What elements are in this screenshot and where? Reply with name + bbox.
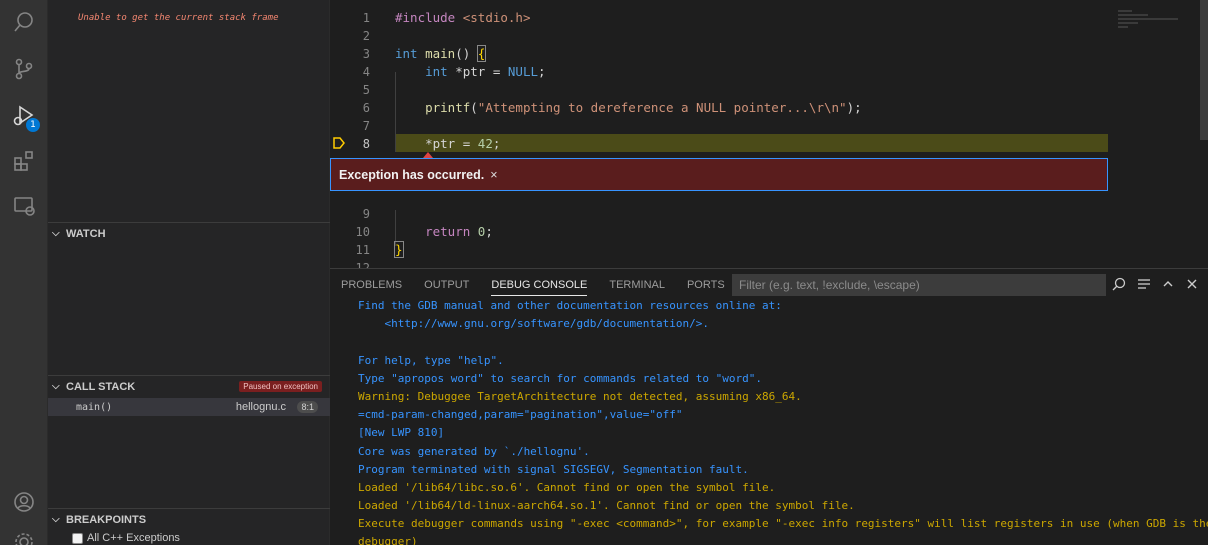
breakpoints-title: BREAKPOINTS [66,513,147,526]
debug-badge: 1 [26,118,40,132]
maximize-panel-icon[interactable] [1160,277,1176,293]
chevron-down-icon: ⌵ [52,514,60,525]
frame-function: main() [76,401,113,413]
line-number: 1 [362,11,370,25]
console-line: =cmd-param-changed,param="pagination",va… [358,408,683,422]
exception-message: Exception has occurred. [339,167,485,182]
breakpoints-section-header[interactable]: ⌵ BREAKPOINTS [48,508,330,530]
variables-message: Unable to get the current stack frame [78,13,279,23]
code-line: int main() { [395,45,487,62]
console-line: Find the GDB manual and other documentat… [358,299,782,312]
line-number: 9 [362,207,370,221]
breakpoint-checkbox[interactable] [72,532,83,544]
code-line: } [394,241,404,258]
code-line: *ptr = 42; [395,136,501,151]
line-number: 11 [355,243,370,257]
breakpoint-item[interactable]: All C++ Exceptions [72,532,180,544]
console-filter-input[interactable]: Filter (e.g. text, !exclude, \escape) [732,274,1106,296]
frame-file: hellognu.c [235,401,286,413]
clear-console-icon[interactable] [1136,277,1152,293]
current-execution-arrow-icon [333,137,345,149]
chevron-down-icon: ⌵ [52,228,60,239]
console-line: Program terminated with signal SIGSEGV, … [358,462,749,476]
paused-status-badge: Paused on exception [239,381,322,392]
search-icon[interactable] [1111,277,1127,293]
account-icon[interactable] [10,488,38,516]
console-line: debugger) [358,535,418,545]
debug-sidebar: Unable to get the current stack frame ⌵ … [48,0,330,545]
code-line: return 0; [425,224,493,239]
search-icon[interactable] [10,8,38,36]
bottom-panel: PROBLEMS OUTPUT DEBUG CONSOLE TERMINAL P… [330,268,1208,545]
console-line: For help, type "help". [358,353,504,367]
call-stack-frame[interactable]: main() hellognu.c 8:1 [48,398,330,416]
line-number: 10 [355,225,370,239]
watch-title: WATCH [66,227,106,240]
exception-widget: Exception has occurred. × [330,158,1108,191]
line-number: 7 [362,119,370,133]
console-line: [New LWP 810] [358,426,445,440]
minimap[interactable] [1118,10,1188,40]
close-icon[interactable]: × [490,168,497,182]
run-debug-icon[interactable]: 1 [10,102,40,132]
code-line: int *ptr = NULL; [425,64,546,79]
console-line: Warning: Debuggee TargetArchitecture not… [358,389,802,403]
call-stack-title: CALL STACK [66,380,136,393]
frame-position: 8:1 [297,401,318,413]
manage-gear-icon[interactable] [10,528,38,545]
line-number: 5 [362,83,370,97]
call-stack-section-header[interactable]: ⌵ CALL STACK Paused on exception [48,375,330,397]
remote-explorer-icon[interactable] [10,192,38,220]
line-number: 12 [355,261,370,268]
debug-console-output[interactable]: Find the GDB manual and other documentat… [358,297,1208,545]
close-panel-icon[interactable] [1184,277,1200,293]
source-control-icon[interactable] [10,55,38,83]
watch-section-header[interactable]: ⌵ WATCH [48,222,330,244]
extensions-icon[interactable] [10,147,38,175]
code-editor[interactable]: 1 #include <stdio.h> 2 3 int main() { 4 … [330,0,1208,268]
line-number: 2 [362,29,370,43]
console-line: Loaded '/lib64/ld-linux-aarch64.so.1'. C… [358,499,855,513]
console-line: Loaded '/lib64/libc.so.6'. Cannot find o… [358,480,776,494]
console-line: Type "apropos word" to search for comman… [358,371,762,385]
editor-scrollbar[interactable] [1200,0,1208,140]
chevron-down-icon: ⌵ [52,381,60,392]
breakpoint-label: All C++ Exceptions [87,532,180,544]
line-number: 4 [362,65,370,79]
line-number: 6 [362,101,370,115]
console-line: Core was generated by `./hellognu'. [358,444,590,458]
code-line: #include <stdio.h> [395,10,531,25]
code-line: printf("Attempting to dereference a NULL… [425,100,862,115]
console-line: <http://www.gnu.org/software/gdb/documen… [358,317,709,331]
console-line: Execute debugger commands using "-exec <… [358,517,1208,531]
activity-bar: 1 [0,0,48,545]
line-number: 3 [362,47,370,61]
